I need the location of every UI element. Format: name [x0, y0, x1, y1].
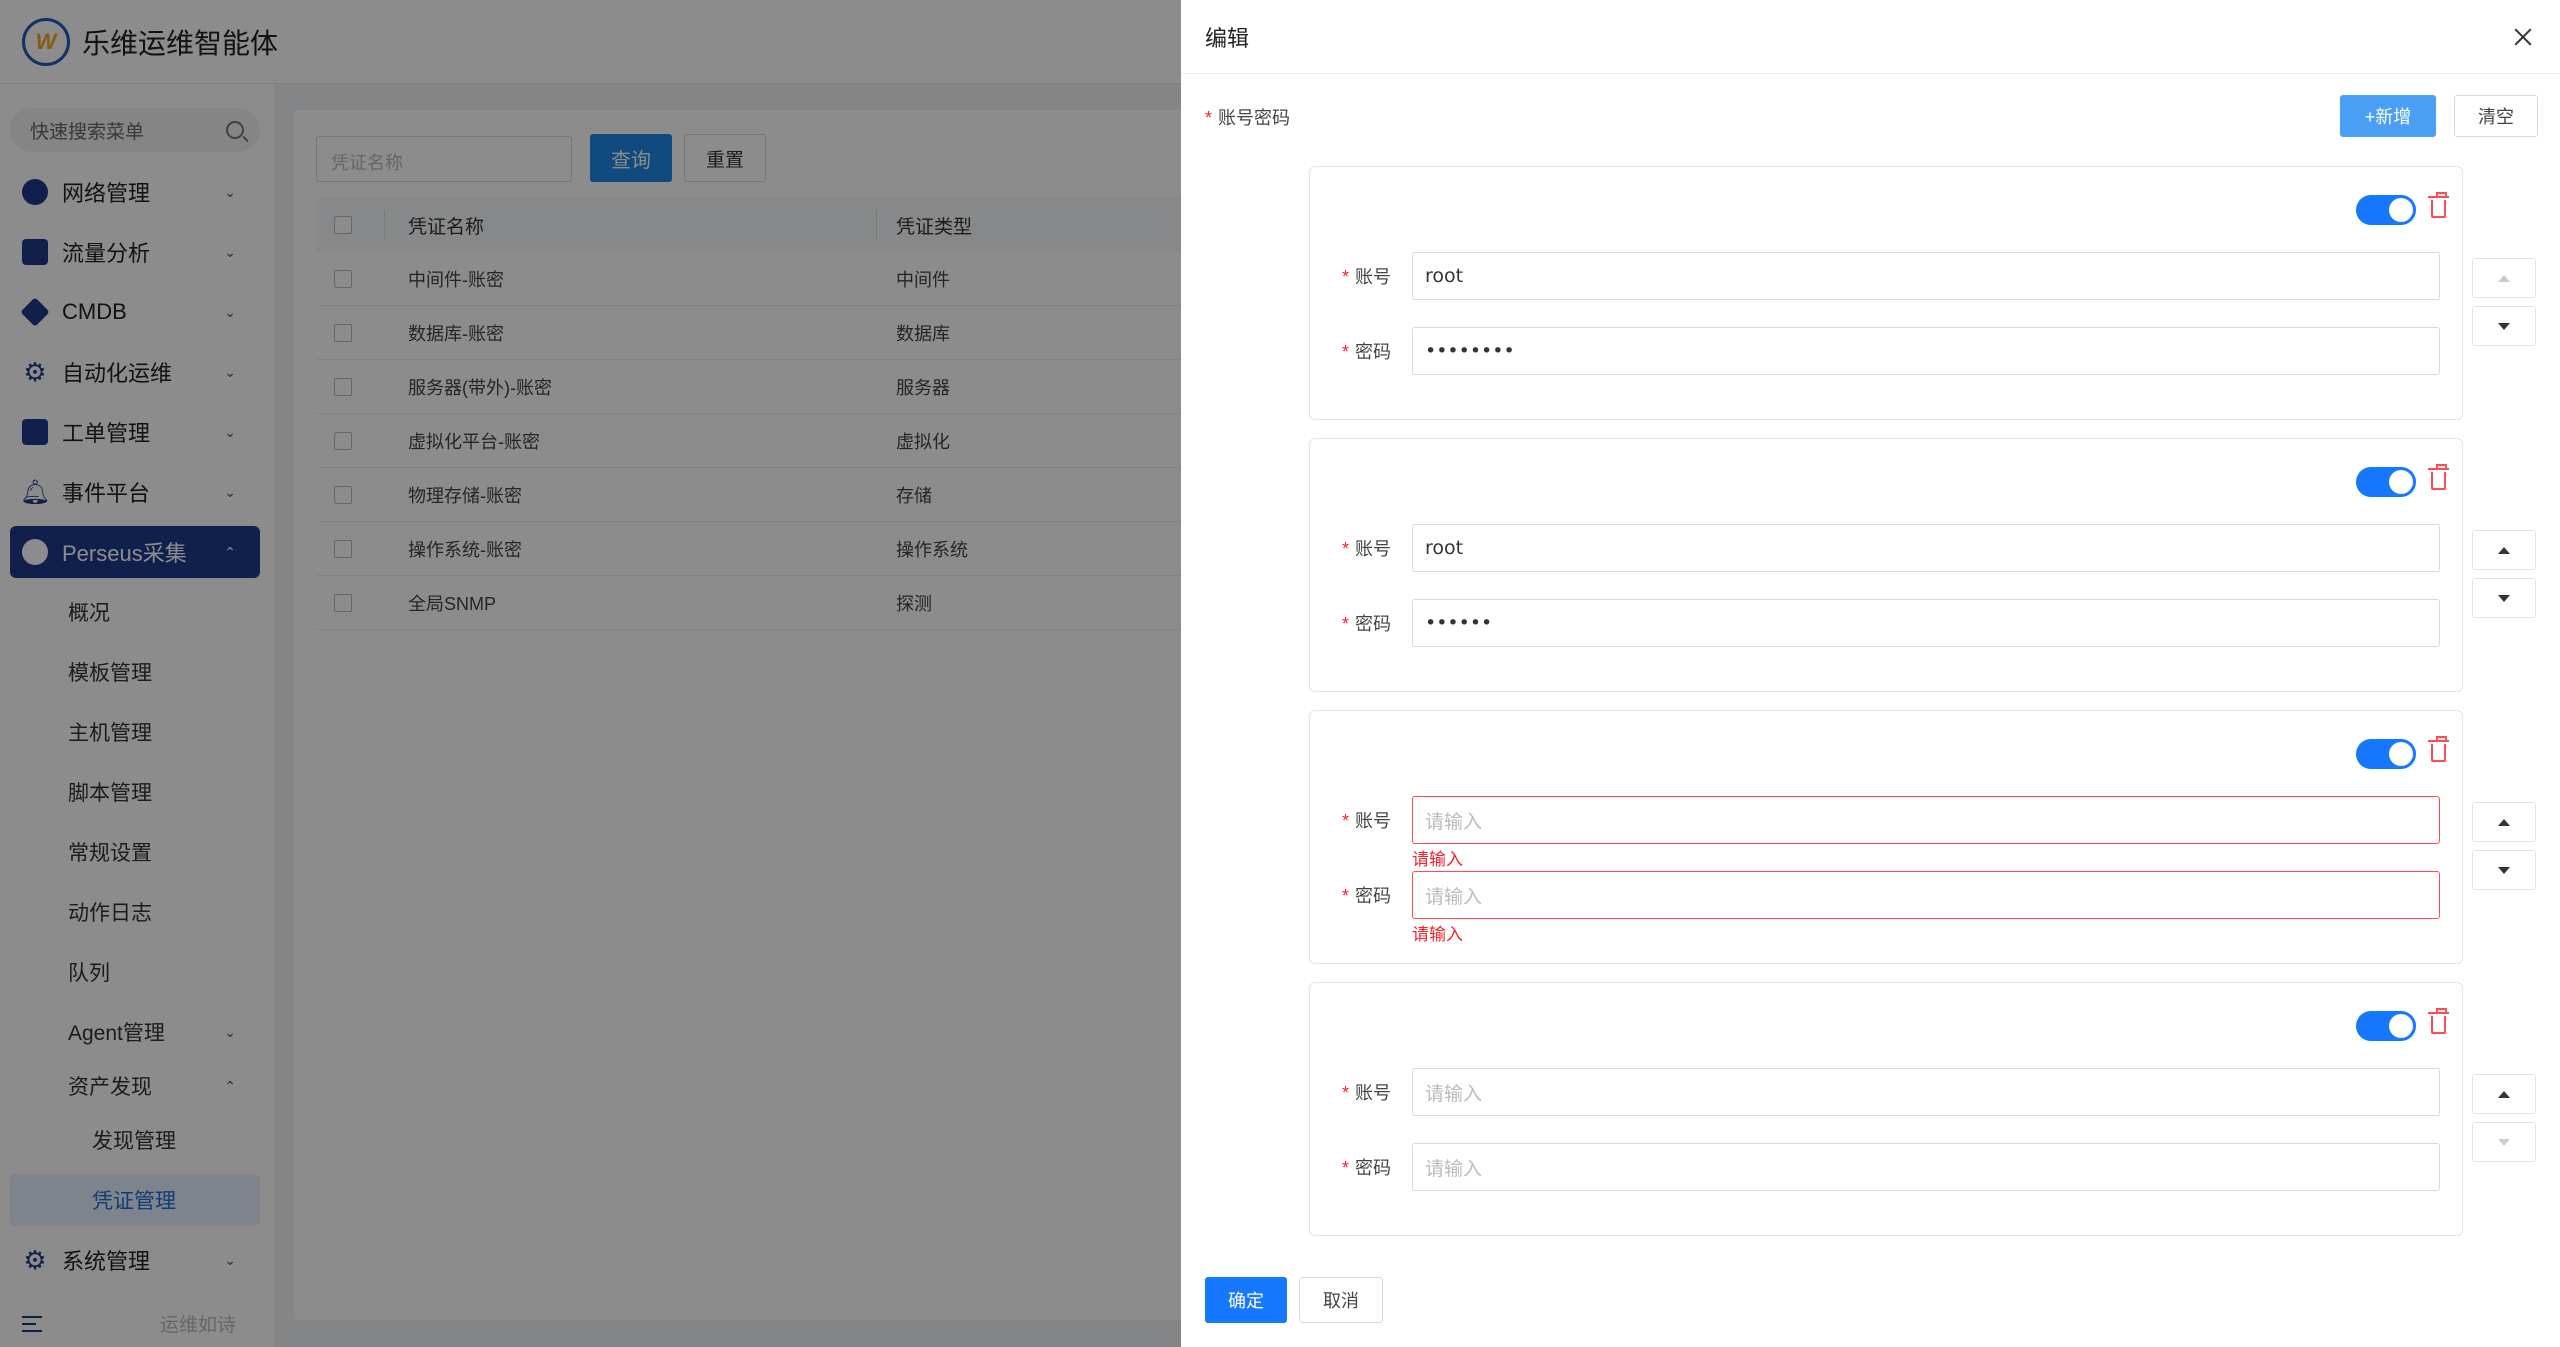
move-up-button[interactable] — [2472, 258, 2536, 298]
add-button[interactable]: +新增 — [2340, 95, 2436, 137]
move-up-button[interactable] — [2472, 1074, 2536, 1114]
enable-toggle[interactable] — [2356, 467, 2416, 497]
arrow-up-icon — [2498, 546, 2510, 554]
arrow-down-icon — [2498, 866, 2510, 874]
enable-toggle[interactable] — [2356, 195, 2416, 225]
delete-icon[interactable] — [2428, 192, 2449, 218]
delete-icon[interactable] — [2428, 736, 2449, 762]
confirm-button[interactable]: 确定 — [1205, 1277, 1287, 1323]
cancel-button[interactable]: 取消 — [1299, 1277, 1383, 1323]
clear-button[interactable]: 清空 — [2454, 95, 2538, 137]
move-up-button[interactable] — [2472, 530, 2536, 570]
drawer-header: 编辑 — [1181, 0, 2560, 74]
delete-icon[interactable] — [2428, 464, 2449, 490]
close-icon[interactable] — [2514, 28, 2532, 46]
credential-card: * 账号 root * 密码 •••••• — [1309, 438, 2463, 692]
edit-drawer: 编辑 * 账号密码 +新增 清空 * 账号 root * 密码 •••••••• * 账… — [1181, 0, 2560, 1347]
account-input[interactable]: 请输入 — [1412, 1068, 2440, 1116]
arrow-up-icon — [2498, 818, 2510, 826]
drawer-title: 编辑 — [1205, 25, 1250, 51]
arrow-down-icon — [2498, 594, 2510, 602]
password-input[interactable]: 请输入 — [1412, 871, 2440, 919]
account-input[interactable]: 请输入 — [1412, 796, 2440, 844]
password-error: 请输入 — [1412, 925, 1463, 944]
arrow-up-icon — [2498, 274, 2510, 282]
move-down-button[interactable] — [2472, 1122, 2536, 1162]
enable-toggle[interactable] — [2356, 739, 2416, 769]
account-error: 请输入 — [1412, 850, 1463, 869]
account-input[interactable]: root — [1412, 524, 2440, 572]
credential-card: * 账号 请输入 请输入 * 密码 请输入 请输入 — [1309, 710, 2463, 964]
delete-icon[interactable] — [2428, 1008, 2449, 1034]
password-input[interactable]: 请输入 — [1412, 1143, 2440, 1191]
move-down-button[interactable] — [2472, 578, 2536, 618]
credential-card: * 账号 请输入 * 密码 请输入 — [1309, 982, 2463, 1236]
account-password-label: * 账号密码 — [1205, 108, 1291, 128]
arrow-down-icon — [2498, 322, 2510, 330]
credential-card: * 账号 root * 密码 •••••••• — [1309, 166, 2463, 420]
password-input[interactable]: •••••••• — [1412, 327, 2440, 375]
move-down-button[interactable] — [2472, 850, 2536, 890]
arrow-up-icon — [2498, 1090, 2510, 1098]
enable-toggle[interactable] — [2356, 1011, 2416, 1041]
account-input[interactable]: root — [1412, 252, 2440, 300]
arrow-down-icon — [2498, 1138, 2510, 1146]
move-down-button[interactable] — [2472, 306, 2536, 346]
move-up-button[interactable] — [2472, 802, 2536, 842]
password-input[interactable]: •••••• — [1412, 599, 2440, 647]
